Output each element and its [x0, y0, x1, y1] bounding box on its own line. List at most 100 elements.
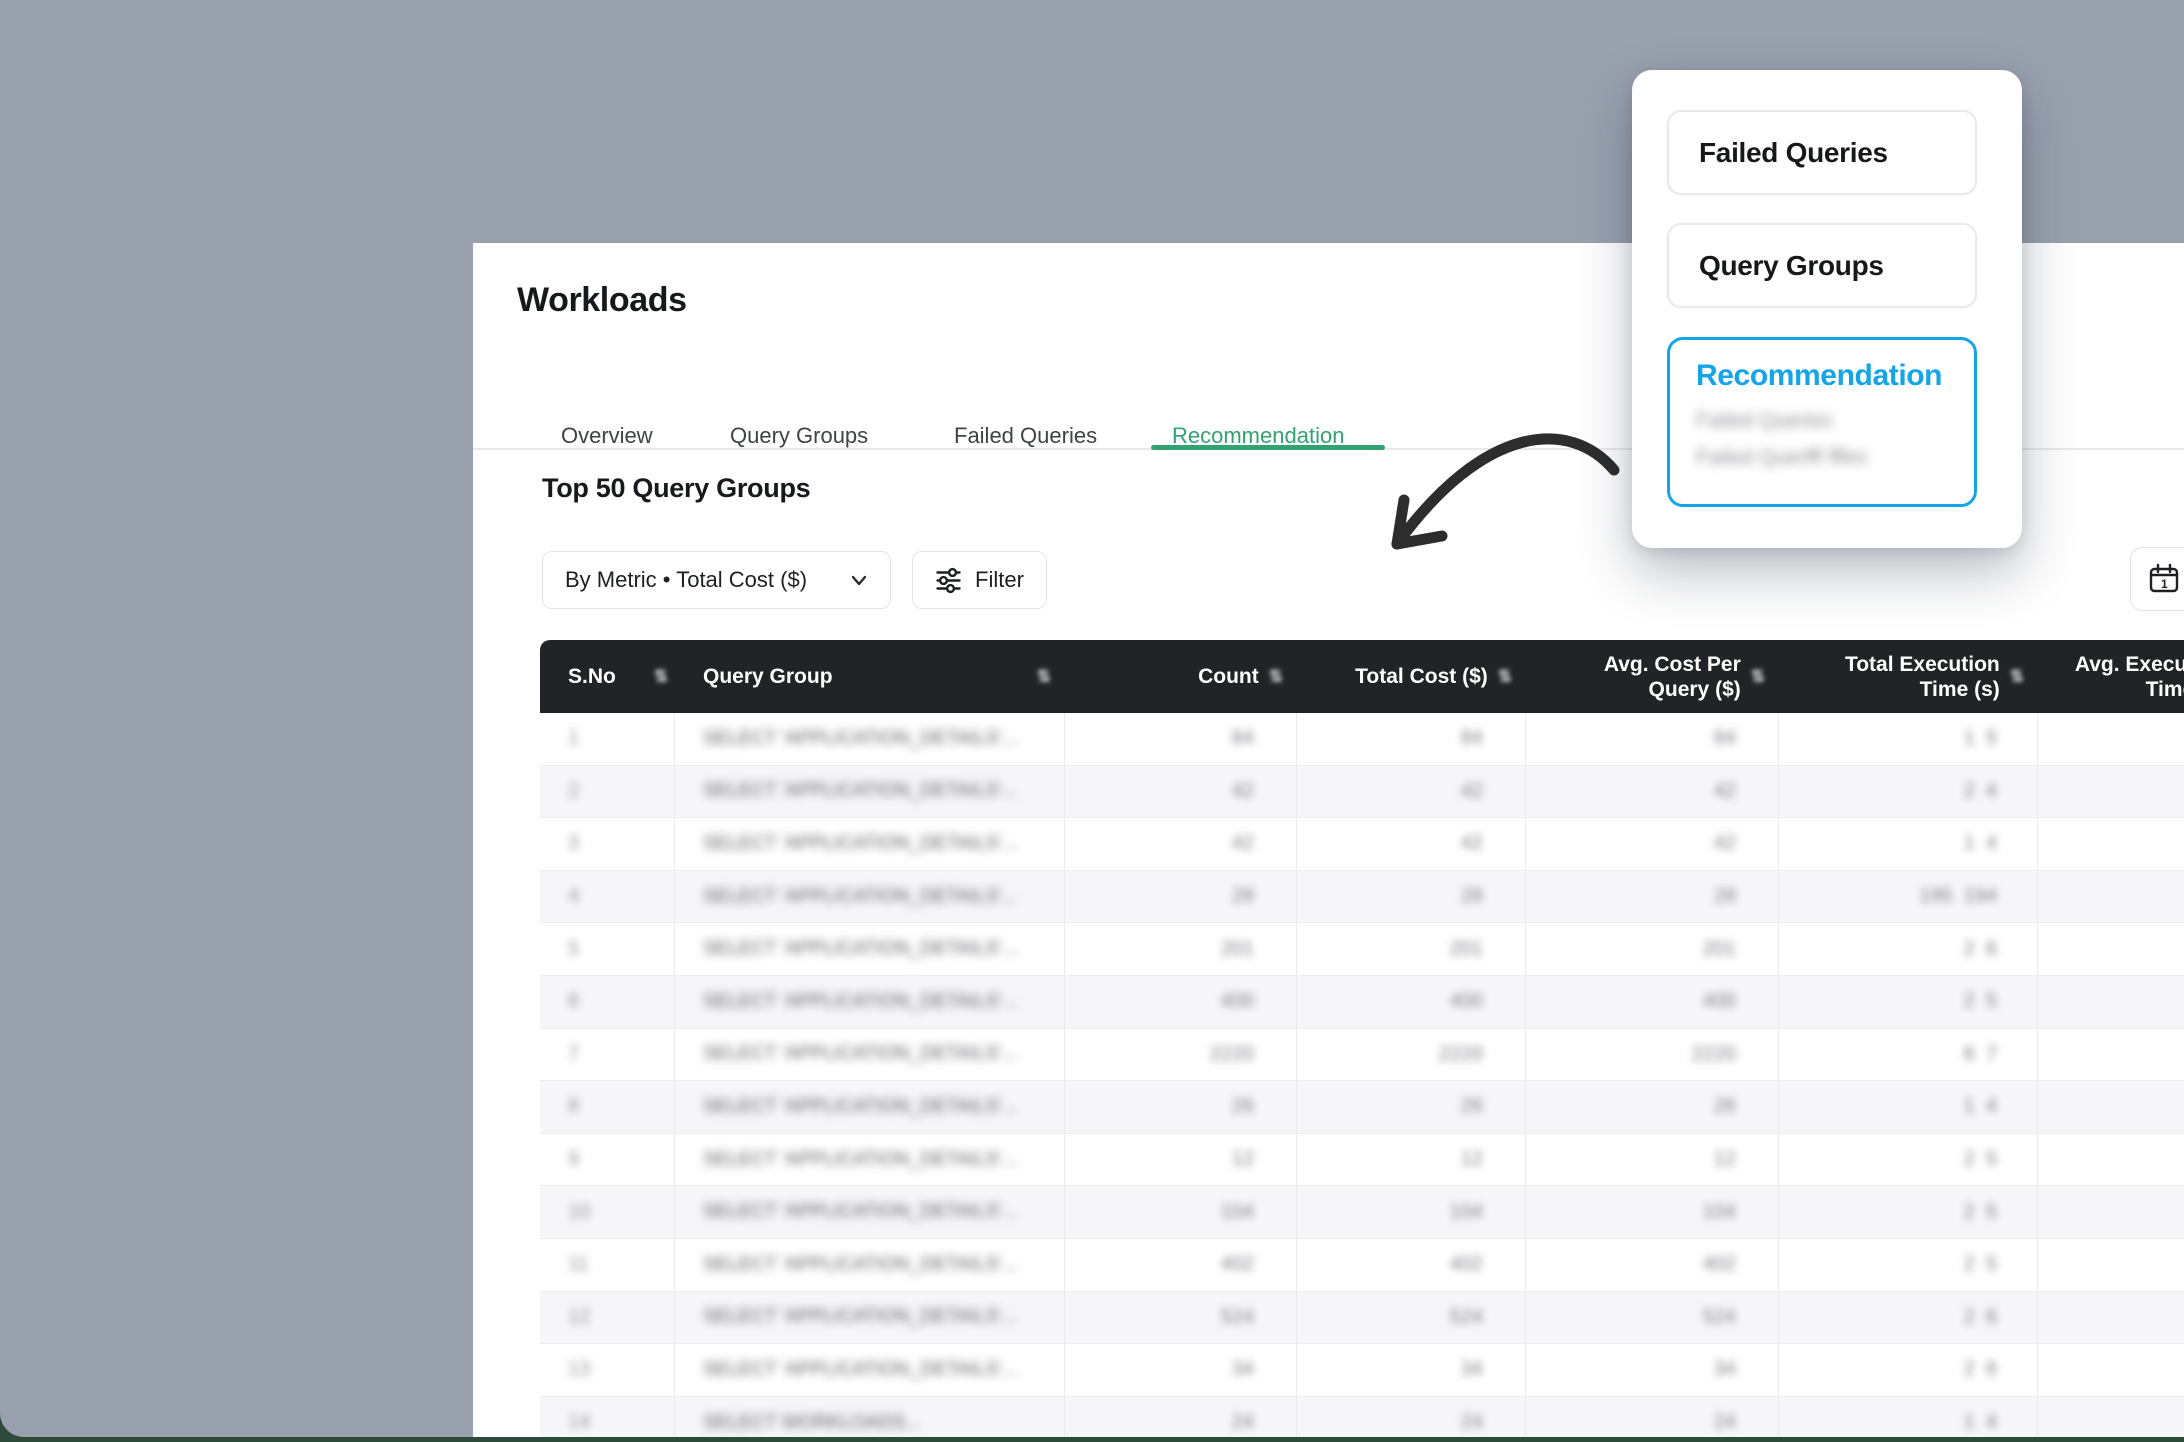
metric-dropdown[interactable]: By Metric • Total Cost ($): [542, 551, 891, 609]
table-row[interactable]: 3 SELECT 'APPLICATION_DETAILS'... 42 42 …: [540, 818, 2184, 871]
cell-sno: 5: [568, 938, 579, 961]
cell-total-cost: 402: [1450, 1253, 1483, 1276]
cell-count: 524: [1221, 1306, 1254, 1329]
date-picker-button[interactable]: 1: [2130, 547, 2184, 611]
sort-icon[interactable]: ⇅: [2010, 667, 2024, 687]
cell-total-execution-time: 1 5: [1964, 727, 1997, 750]
cell-avg-cost-per-query: 402: [1703, 1253, 1736, 1276]
cell-total-execution-time: 2 5: [1964, 1148, 1997, 1171]
cell-query-group: SELECT 'APPLICATION_DETAILS'...: [703, 728, 1018, 750]
cell-avg-cost-per-query: 104: [1703, 1201, 1736, 1224]
cell-sno: 4: [568, 885, 579, 908]
cell-query-group: SELECT 'APPLICATION_DETAILS'...: [703, 833, 1018, 855]
cell-total-execution-time: 2 4: [1964, 780, 1997, 803]
cell-sno: 9: [568, 1148, 579, 1171]
cell-count: 400: [1221, 990, 1254, 1013]
cell-total-execution-time: 2 5: [1964, 1201, 1997, 1224]
cell-query-group: SELECT 'APPLICATION_DETAILS'...: [703, 1201, 1018, 1223]
page-title: Workloads: [517, 281, 687, 320]
popup-failed-queries-button[interactable]: Failed Queries: [1667, 110, 1977, 195]
cell-query-group: SELECT WORKLOADS...: [703, 1412, 921, 1434]
popup-recommendation-card[interactable]: Recommendation Failed Queries Failed Que…: [1667, 337, 1977, 507]
cell-sno: 11: [568, 1253, 589, 1276]
cell-total-cost: 42: [1461, 832, 1483, 855]
popup-recommendation-blurred-line: Failed Queries: [1696, 409, 1974, 433]
cell-total-cost: 201: [1450, 938, 1483, 961]
column-header-sno[interactable]: S.No ⇅: [540, 640, 675, 713]
table-row[interactable]: 1 SELECT 'APPLICATION_DETAILS'... 84 84 …: [540, 713, 2184, 766]
cell-total-execution-time: 2 5: [1964, 1253, 1997, 1276]
cell-avg-cost-per-query: 12: [1714, 1148, 1736, 1171]
table-row[interactable]: 5 SELECT 'APPLICATION_DETAILS'... 201 20…: [540, 923, 2184, 976]
cell-total-cost: 524: [1450, 1306, 1483, 1329]
column-header-total-cost[interactable]: Total Cost ($) ⇅: [1297, 640, 1526, 713]
cell-total-cost: 24: [1461, 1411, 1483, 1434]
section-heading: Top 50 Query Groups: [542, 473, 810, 504]
cell-query-group: SELECT 'APPLICATION_DETAILS'...: [703, 1043, 1018, 1065]
cell-sno: 10: [568, 1201, 590, 1224]
tab-failed-queries[interactable]: Failed Queries: [954, 421, 1097, 451]
cell-count: 104: [1221, 1201, 1254, 1224]
cell-count: 26: [1232, 1095, 1254, 1118]
sort-icon[interactable]: ⇅: [1751, 667, 1765, 687]
cell-avg-cost-per-query: 2220: [1692, 1043, 1737, 1066]
cell-avg-cost-per-query: 201: [1703, 938, 1736, 961]
table-row[interactable]: 12 SELECT 'APPLICATION_DETAILS'... 524 5…: [540, 1292, 2184, 1345]
cell-total-execution-time: 2 6: [1964, 938, 1997, 961]
cell-sno: 1: [568, 727, 579, 750]
table-row[interactable]: 7 SELECT 'APPLICATION_DETAILS'... 2220 2…: [540, 1029, 2184, 1082]
cell-total-execution-time: 2 5: [1964, 990, 1997, 1013]
popup-query-groups-button[interactable]: Query Groups: [1667, 223, 1977, 308]
cell-avg-cost-per-query: 28: [1714, 885, 1736, 908]
cell-query-group: SELECT 'APPLICATION_DETAILS'...: [703, 991, 1018, 1013]
table-row[interactable]: 10 SELECT 'APPLICATION_DETAILS'... 104 1…: [540, 1186, 2184, 1239]
cell-total-cost: 104: [1450, 1201, 1483, 1224]
cell-avg-cost-per-query: 34: [1714, 1358, 1736, 1381]
table-row[interactable]: 4 SELECT 'APPLICATION_DETAILS'... 28 28 …: [540, 871, 2184, 924]
query-groups-table: S.No ⇅ Query Group ⇅ Count ⇅ Total Cost …: [540, 640, 2184, 1437]
navigation-popup: Failed Queries Query Groups Recommendati…: [1632, 70, 2022, 548]
sort-icon[interactable]: ⇅: [1037, 667, 1051, 687]
cell-total-execution-time: 2 6: [1964, 1358, 1997, 1381]
cell-avg-cost-per-query: 84: [1714, 727, 1736, 750]
cell-count: 28: [1232, 885, 1254, 908]
cell-avg-cost-per-query: 24: [1714, 1411, 1736, 1434]
column-header-avg-cost-per-query[interactable]: Avg. Cost PerQuery ($) ⇅: [1526, 640, 1779, 713]
cell-sno: 7: [568, 1043, 579, 1066]
popup-recommendation-blurred-line: Failed Querfff fffes: [1696, 446, 1974, 470]
sort-icon[interactable]: ⇅: [654, 667, 668, 687]
table-row[interactable]: 2 SELECT 'APPLICATION_DETAILS'... 42 42 …: [540, 766, 2184, 819]
tab-overview[interactable]: Overview: [561, 421, 653, 451]
cell-count: 34: [1232, 1358, 1254, 1381]
cell-total-cost: 400: [1450, 990, 1483, 1013]
cell-sno: 3: [568, 832, 579, 855]
svg-text:1: 1: [2161, 577, 2168, 591]
cell-avg-cost-per-query: 42: [1714, 832, 1736, 855]
table-row[interactable]: 14 SELECT WORKLOADS... 24 24 24 1 4: [540, 1397, 2184, 1437]
cell-count: 402: [1221, 1253, 1254, 1276]
table-row[interactable]: 9 SELECT 'APPLICATION_DETAILS'... 12 12 …: [540, 1134, 2184, 1187]
cell-query-group: SELECT 'APPLICATION_DETAILS'...: [703, 886, 1018, 908]
sort-icon[interactable]: ⇅: [1269, 667, 1283, 687]
active-tab-underline: [1151, 445, 1385, 450]
column-header-count[interactable]: Count ⇅: [1065, 640, 1297, 713]
column-header-total-execution-time[interactable]: Total ExecutionTime (s) ⇅: [1779, 640, 2038, 713]
table-row[interactable]: 6 SELECT 'APPLICATION_DETAILS'... 400 40…: [540, 976, 2184, 1029]
column-header-avg-execution-time[interactable]: Avg. ExecutionTime (s) ⇅: [2038, 640, 2184, 713]
cell-total-execution-time: 1 4: [1964, 1095, 1997, 1118]
table-row[interactable]: 11 SELECT 'APPLICATION_DETAILS'... 402 4…: [540, 1239, 2184, 1292]
cell-query-group: SELECT 'APPLICATION_DETAILS'...: [703, 1254, 1018, 1276]
cell-sno: 8: [568, 1095, 579, 1118]
table-row[interactable]: 8 SELECT 'APPLICATION_DETAILS'... 26 26 …: [540, 1081, 2184, 1134]
tab-query-groups[interactable]: Query Groups: [730, 421, 868, 451]
cell-sno: 13: [568, 1358, 590, 1381]
filter-button[interactable]: Filter: [912, 551, 1047, 609]
cell-total-cost: 28: [1461, 885, 1483, 908]
column-header-query-group[interactable]: Query Group ⇅: [675, 640, 1065, 713]
filter-button-label: Filter: [975, 567, 1024, 593]
table-row[interactable]: 13 SELECT 'APPLICATION_DETAILS'... 34 34…: [540, 1344, 2184, 1397]
cell-total-cost: 12: [1461, 1148, 1483, 1171]
cell-sno: 2: [568, 780, 579, 803]
sort-icon[interactable]: ⇅: [1498, 667, 1512, 687]
cell-total-cost: 42: [1461, 780, 1483, 803]
